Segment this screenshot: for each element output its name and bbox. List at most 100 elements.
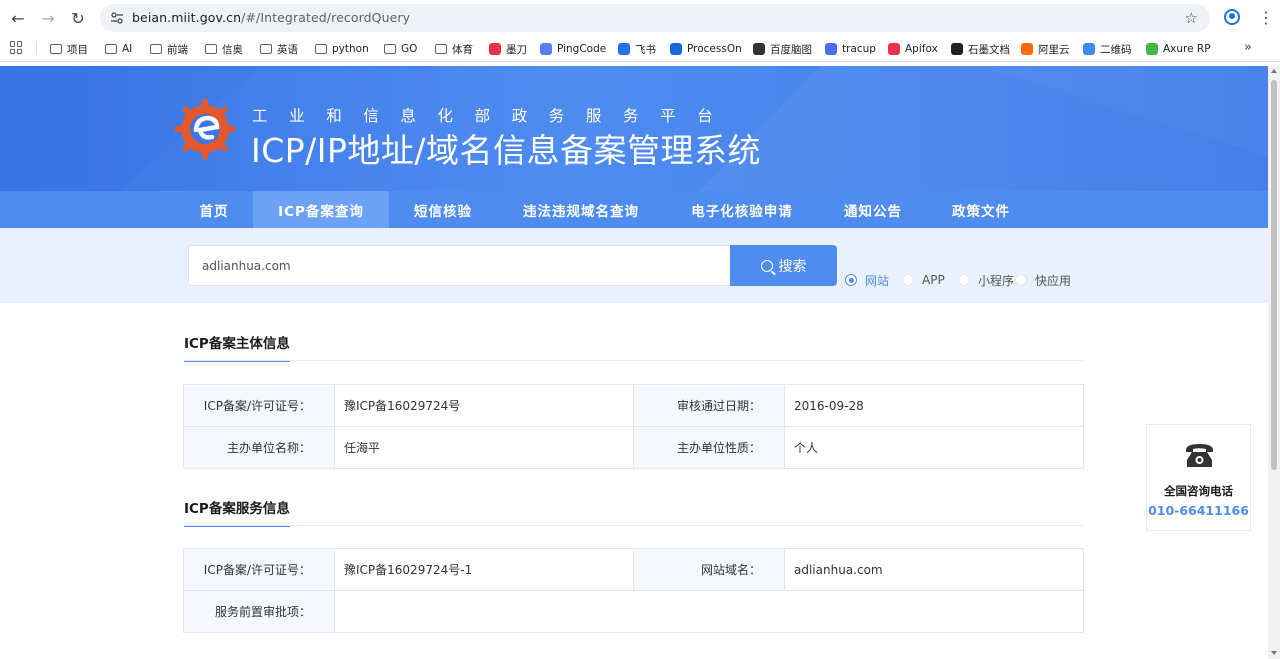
section-divider <box>184 525 1083 526</box>
radio-quick-app[interactable]: 快应用 <box>1015 272 1071 288</box>
hotline-number: 010-66411166 <box>1148 503 1249 518</box>
bookmark-label: PingCode <box>557 43 607 55</box>
radio-label: 小程序 <box>978 273 1015 288</box>
apps-grid-icon[interactable] <box>10 41 23 54</box>
folder-icon <box>435 44 447 54</box>
folder-icon <box>105 44 117 54</box>
url-text[interactable]: beian.miit.gov.cn/#/Integrated/recordQue… <box>132 10 410 25</box>
bookmark-item[interactable]: 墨刀 <box>489 41 527 57</box>
radio-dot <box>845 274 857 286</box>
nav-home[interactable]: 首页 <box>183 191 245 228</box>
bookmark-item[interactable]: 项目 <box>50 41 88 57</box>
bookmark-item[interactable]: 前端 <box>150 41 188 57</box>
apifox-icon <box>888 43 900 55</box>
domain-label: 网站域名： <box>633 548 785 591</box>
search-band: 搜索 网站 APP 小程序 快应用 <box>0 228 1268 303</box>
bookmark-item[interactable]: 二维码 <box>1083 41 1132 57</box>
menu-kebab-icon[interactable]: ⋮ <box>1258 8 1274 27</box>
baidu-naotu-icon <box>753 43 765 55</box>
bookmark-item[interactable]: 体育 <box>435 41 473 57</box>
scroll-down-arrow-icon[interactable] <box>1271 651 1277 655</box>
scroll-up-arrow-icon[interactable] <box>1271 69 1277 73</box>
profile-icon[interactable] <box>1224 9 1240 25</box>
url-path: /#/Integrated/recordQuery <box>241 10 411 25</box>
search-button[interactable]: 搜索 <box>730 245 837 286</box>
bookmark-item[interactable]: GO <box>384 41 417 57</box>
search-input[interactable] <box>189 246 731 285</box>
license-number-label: ICP备案/许可证号： <box>183 384 335 427</box>
bookmark-label: 前端 <box>167 43 188 56</box>
bookmark-label: 信奥 <box>222 43 243 56</box>
subject-info-table: ICP备案/许可证号： 豫ICP备16029724号 审核通过日期： 2016-… <box>183 384 1084 469</box>
bookmark-item[interactable]: 阿里云 <box>1021 41 1070 57</box>
header-subtitle: 工业和信息化部政务服务平台 <box>252 107 735 125</box>
bookmark-item[interactable]: Axure RP <box>1146 41 1211 57</box>
radio-app[interactable]: APP <box>902 272 945 288</box>
pingcode-icon <box>540 43 552 55</box>
bookmark-item[interactable]: 石墨文档 <box>951 41 1010 57</box>
bookmark-item[interactable]: AI <box>105 41 132 57</box>
bookmark-label: ProcessOn <box>687 43 742 55</box>
folder-icon <box>205 44 217 54</box>
bookmark-item[interactable]: Apifox <box>888 41 938 57</box>
service-info-title: ICP备案服务信息 <box>184 497 290 527</box>
bookmark-star-icon[interactable]: ☆ <box>1185 9 1198 27</box>
bookmark-item[interactable]: python <box>315 41 369 57</box>
nav-policy-files[interactable]: 政策文件 <box>936 191 1026 228</box>
nav-icp-query[interactable]: ICP备案查询 <box>253 191 389 228</box>
miit-logo-icon <box>175 99 235 159</box>
folder-icon <box>50 44 62 54</box>
axure-icon <box>1146 43 1158 55</box>
aliyun-icon <box>1021 43 1033 55</box>
bookmark-label: tracup <box>842 43 876 55</box>
bookmark-item[interactable]: ProcessOn <box>670 41 742 57</box>
bookmark-item[interactable]: 百度脑图 <box>753 41 812 57</box>
folder-icon <box>315 44 327 54</box>
radio-dot <box>902 274 914 286</box>
bookmark-item[interactable]: 飞书 <box>618 41 656 57</box>
site-header: 工业和信息化部政务服务平台 ICP/IP地址/域名信息备案管理系统 <box>0 66 1268 191</box>
browser-toolbar: ← → ↻ beian.miit.gov.cn/#/Integrated/rec… <box>0 0 1280 36</box>
service-license-label: ICP备案/许可证号： <box>183 548 335 591</box>
url-host: beian.miit.gov.cn <box>132 10 242 25</box>
search-icon <box>760 259 773 272</box>
hotline-widget: 全国咨询电话 010-66411166 <box>1146 424 1251 531</box>
bookmark-label: 墨刀 <box>506 43 527 56</box>
license-number-value: 豫ICP备16029724号 <box>334 384 634 427</box>
section-divider <box>184 360 1083 361</box>
radio-dot <box>1015 274 1027 286</box>
header-title: ICP/IP地址/域名信息备案管理系统 <box>251 131 762 170</box>
bookmark-label: 飞书 <box>635 43 656 56</box>
more-bookmarks-icon[interactable]: » <box>1244 40 1252 55</box>
subject-info-title: ICP备案主体信息 <box>184 332 290 362</box>
pre-approval-value <box>334 590 1084 633</box>
bookmark-item[interactable]: tracup <box>825 41 876 57</box>
folder-icon <box>260 44 272 54</box>
nav-notices[interactable]: 通知公告 <box>828 191 918 228</box>
table-row: ICP备案/许可证号： 豫ICP备16029724号 审核通过日期： 2016-… <box>183 384 1084 427</box>
table-row: ICP备案/许可证号： 豫ICP备16029724号-1 网站域名： adlia… <box>183 548 1084 591</box>
nav-illegal-domain-query[interactable]: 违法违规域名查询 <box>506 191 656 228</box>
bookmark-item[interactable]: 信奥 <box>205 41 243 57</box>
forward-icon[interactable]: → <box>38 8 58 28</box>
reload-icon[interactable]: ↻ <box>68 8 88 28</box>
bookmark-item[interactable]: PingCode <box>540 41 606 57</box>
site-settings-icon[interactable] <box>110 11 124 25</box>
address-bar[interactable]: beian.miit.gov.cn/#/Integrated/recordQue… <box>100 4 1210 32</box>
nav-sms-verify[interactable]: 短信核验 <box>398 191 488 228</box>
bookmark-item[interactable]: 英语 <box>260 41 298 57</box>
domain-value: adlianhua.com <box>784 548 1084 591</box>
feishu-icon <box>618 43 630 55</box>
nav-e-verify-apply[interactable]: 电子化核验申请 <box>674 191 810 228</box>
bookmarks-separator <box>36 41 37 55</box>
search-box[interactable] <box>188 245 731 286</box>
bookmark-label: 体育 <box>452 43 473 56</box>
bookmark-label: Apifox <box>905 43 938 55</box>
bookmark-label: 百度脑图 <box>770 43 812 56</box>
radio-website[interactable]: 网站 <box>845 272 889 288</box>
radio-mini-program[interactable]: 小程序 <box>958 272 1014 288</box>
scroll-thumb[interactable] <box>1271 80 1277 470</box>
bookmark-label: 项目 <box>67 43 88 56</box>
back-icon[interactable]: ← <box>8 8 28 28</box>
page-scrollbar[interactable] <box>1268 66 1280 659</box>
